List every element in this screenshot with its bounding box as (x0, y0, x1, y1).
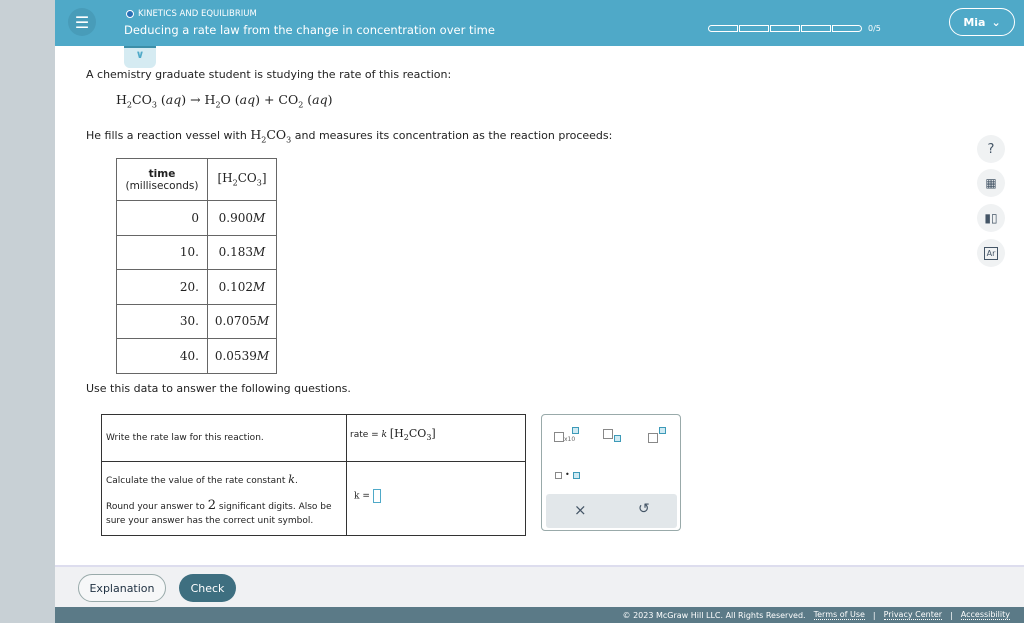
reaction-equation: H2CO3 (aq) → H2O (aq) + CO2 (aq) (116, 92, 333, 110)
bar-chart-icon: ▮▯ (984, 211, 998, 225)
periodic-table-button[interactable]: Ar (977, 239, 1005, 267)
accessibility-link[interactable]: Accessibility (960, 610, 1010, 620)
topic-label: KINETICS AND EQUILIBRIUM (138, 9, 257, 19)
periodic-table-icon: Ar (983, 246, 999, 260)
data-table: time (milliseconds) [H2CO3] 0 0.900M 10. 0.1… (116, 158, 277, 374)
chevron-down-icon: ∨ (135, 48, 145, 61)
table-row: 0 0.900M (116, 200, 277, 236)
check-button[interactable]: Check (179, 574, 236, 602)
user-menu-button[interactable]: Mia ⌄ (949, 8, 1015, 36)
explanation-button[interactable]: Explanation (78, 574, 166, 602)
fill-text: He fills a reaction vessel with H2CO3 an… (86, 127, 613, 145)
table-row: 40. 0.0539M (116, 338, 277, 374)
chevron-down-icon: ⌄ (991, 15, 1001, 29)
topic: KINETICS AND EQUILIBRIUM (126, 9, 257, 19)
answer-table: Write the rate law for this reaction. ra… (101, 414, 526, 536)
help-button[interactable]: ? (977, 135, 1005, 163)
topic-dot-icon (126, 10, 134, 18)
question-icon: ? (987, 141, 995, 157)
terms-link[interactable]: Terms of Use (813, 610, 865, 620)
header: ☰ KINETICS AND EQUILIBRIUM Deducing a ra… (55, 0, 1024, 46)
collapse-toggle[interactable]: ∨ (124, 46, 156, 68)
math-toolbar: x10 • × ↺ (541, 414, 681, 531)
progress-text: 0/5 (868, 24, 881, 33)
hamburger-icon: ☰ (74, 12, 90, 32)
chart-button[interactable]: ▮▯ (977, 204, 1005, 232)
question-1: Write the rate law for this reaction. (106, 433, 264, 443)
use-data-text: Use this data to answer the following qu… (86, 382, 351, 395)
table-row: 30. 0.0705M (116, 303, 277, 339)
copyright: © 2023 McGraw Hill LLC. All Rights Reser… (622, 610, 806, 620)
privacy-link[interactable]: Privacy Center (883, 610, 943, 620)
table-row: 10. 0.183M (116, 234, 277, 270)
legal-footer: © 2023 McGraw Hill LLC. All Rights Reser… (55, 607, 1024, 623)
calculator-icon: ▦ (985, 176, 997, 190)
undo-button[interactable]: ↺ (638, 501, 650, 517)
rate-constant-input[interactable]: k = (354, 489, 381, 503)
page-title: Deducing a rate law from the change in c… (124, 23, 495, 37)
intro-text: A chemistry graduate student is studying… (86, 68, 452, 81)
calculator-button[interactable]: ▦ (977, 169, 1005, 197)
progress-bar: 0/5 (708, 24, 881, 33)
table-row: 20. 0.102M (116, 269, 277, 305)
user-name: Mia (963, 15, 986, 29)
left-gutter (0, 0, 55, 623)
answer-input[interactable] (372, 489, 381, 503)
menu-button[interactable]: ☰ (68, 8, 96, 36)
rate-law-answer[interactable]: rate = k [H2CO3] (350, 427, 436, 442)
clear-button[interactable]: × (574, 501, 587, 519)
